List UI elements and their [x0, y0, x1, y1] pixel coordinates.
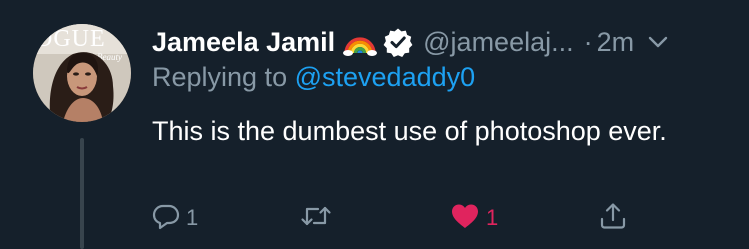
- handle[interactable]: @jameelaj...: [423, 27, 573, 58]
- replying-to: Replying to @stevedaddy0: [152, 62, 475, 93]
- tweet-header: Jameela Jamil @jameelaj... · 2m: [152, 24, 719, 60]
- avatar-magazine-text: OGUE: [35, 26, 106, 52]
- like-count: 1: [486, 205, 499, 230]
- avatar[interactable]: OGUE Beauty: [33, 24, 131, 122]
- like-button[interactable]: 1: [450, 200, 498, 236]
- share-icon: [598, 201, 628, 236]
- reply-button[interactable]: 1: [152, 200, 198, 236]
- replying-prefix: Replying to: [152, 62, 288, 92]
- tweet-text: This is the dumbest use of photoshop eve…: [152, 116, 667, 146]
- rainbow-icon: [343, 27, 378, 57]
- action-bar: 1 1: [152, 200, 652, 236]
- verified-icon: [383, 27, 413, 57]
- replying-to-mention[interactable]: @stevedaddy0: [295, 62, 476, 92]
- reply-icon: [152, 202, 180, 235]
- display-name[interactable]: Jameela Jamil: [152, 27, 335, 58]
- reply-count: 1: [186, 205, 199, 230]
- timestamp[interactable]: 2m: [597, 27, 635, 58]
- tweet[interactable]: OGUE Beauty Jameela Jamil @jameelaj... ·…: [0, 0, 749, 249]
- retweet-button[interactable]: [300, 200, 338, 236]
- share-button[interactable]: [598, 200, 628, 236]
- heart-icon: [450, 202, 480, 235]
- thread-line: [80, 138, 84, 249]
- separator-dot: ·: [583, 26, 593, 57]
- retweet-icon: [300, 202, 332, 235]
- chevron-down-icon[interactable]: [646, 30, 670, 54]
